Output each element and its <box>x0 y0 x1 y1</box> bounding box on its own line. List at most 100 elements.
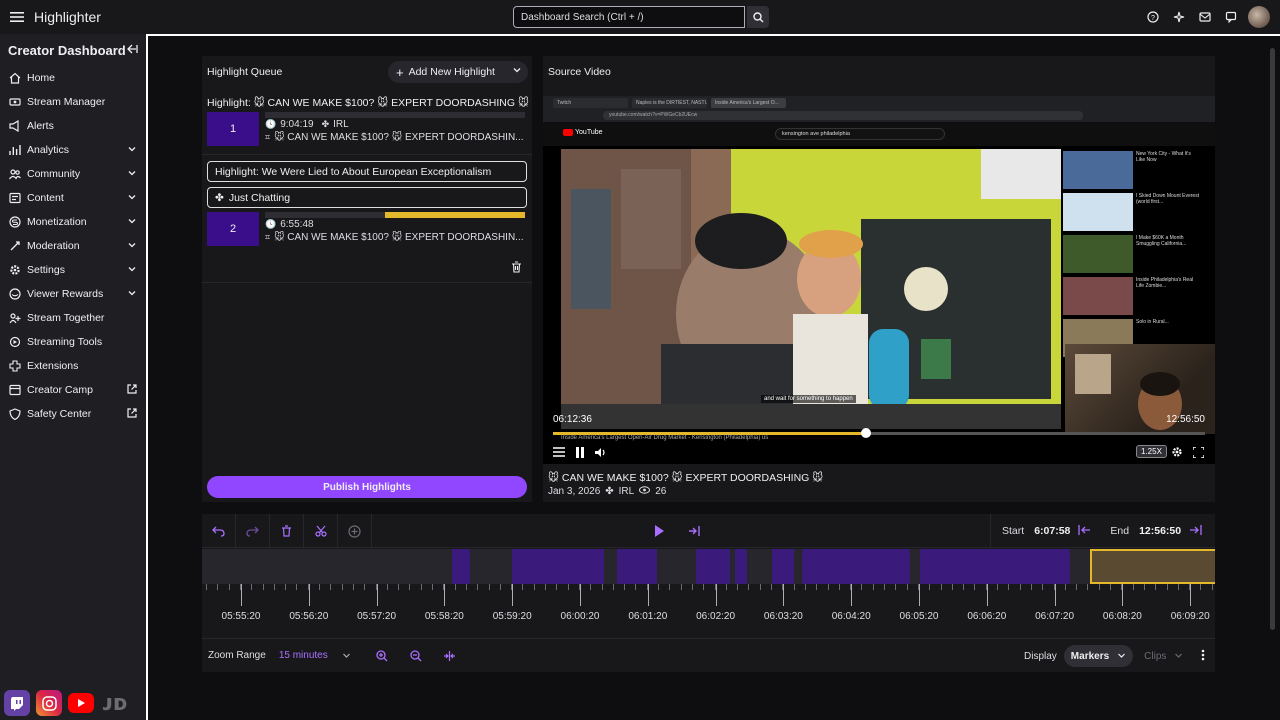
fit-to-range-icon[interactable] <box>433 639 467 673</box>
highlight-2-number[interactable]: 2 <box>207 212 259 246</box>
trash-icon[interactable] <box>270 514 304 548</box>
ruler-minor-tick <box>703 584 705 590</box>
volume-icon[interactable] <box>593 444 609 460</box>
end-value[interactable]: 12:56:50 <box>1139 525 1181 537</box>
chevron-down-icon[interactable] <box>127 264 137 277</box>
chevron-down-icon[interactable] <box>127 192 137 205</box>
highlight-1-row[interactable]: 1 🕓 9:04:19 ✤ IRL ⌗ 🐭 CAN WE MAKE $100? 🐭 E… <box>207 112 532 146</box>
playback-speed-button[interactable]: 1.25X <box>1136 445 1167 458</box>
external-link-icon[interactable] <box>126 407 138 422</box>
search-button[interactable] <box>747 6 769 28</box>
ruler-tick <box>715 584 717 606</box>
marker-segment[interactable] <box>920 549 1070 584</box>
sidebar-item-community[interactable]: Community <box>0 162 146 186</box>
zoom-out-icon[interactable] <box>399 639 433 673</box>
add-new-highlight-button[interactable]: + Add New Highlight <box>388 61 528 83</box>
fullscreen-icon[interactable] <box>1190 444 1206 460</box>
sidebar-item-stream-together[interactable]: Stream Together <box>0 306 146 330</box>
chevron-down-icon[interactable] <box>512 65 522 78</box>
zoom-in-icon[interactable] <box>365 639 399 673</box>
highlight-2-row[interactable]: 2 🕓 6:55:48 ⌗ 🐭 CAN WE MAKE $100? 🐭 EXPERT… <box>207 212 532 246</box>
redo-icon[interactable] <box>236 514 270 548</box>
category-icon: ✤ <box>215 191 224 204</box>
gear-icon[interactable] <box>1169 444 1185 460</box>
help-icon[interactable]: ? <box>1144 6 1162 28</box>
chevron-down-icon[interactable] <box>127 240 137 253</box>
ruler-minor-tick <box>522 584 524 590</box>
add-marker-icon[interactable] <box>338 514 372 548</box>
marker-segment[interactable] <box>772 549 794 584</box>
play-icon[interactable] <box>652 523 666 542</box>
sidebar-item-monetization[interactable]: Monetization <box>0 210 146 234</box>
sidebar-item-streaming-tools[interactable]: Streaming Tools <box>0 330 146 354</box>
highlight-2-title-input[interactable]: Highlight: We Were Lied to About Europea… <box>207 161 527 182</box>
sidebar-item-analytics[interactable]: Analytics <box>0 138 146 162</box>
set-end-icon[interactable] <box>1189 524 1202 539</box>
sidebar-item-safety-center[interactable]: Safety Center <box>0 402 146 426</box>
highlight-1-time: 9:04:19 <box>280 119 314 130</box>
publish-highlights-button[interactable]: Publish Highlights <box>207 476 527 498</box>
external-link-icon[interactable] <box>126 383 138 398</box>
ruler-minor-tick <box>951 584 953 590</box>
ruler-minor-tick <box>917 584 919 590</box>
selected-highlight-range[interactable] <box>1090 549 1215 584</box>
highlight-1-stream-line: ⌗ 🐭 CAN WE MAKE $100? 🐭 EXPERT DOORDASHIN… <box>265 131 525 144</box>
zoom-range-select[interactable]: 15 minutes <box>279 650 351 661</box>
highlight-1-number[interactable]: 1 <box>207 112 259 146</box>
sidebar-item-home[interactable]: Home <box>0 66 146 90</box>
ruler-tick-label: 05:55:20 <box>221 611 261 622</box>
marker-segment[interactable] <box>512 549 604 584</box>
undo-icon[interactable] <box>202 514 236 548</box>
chevron-down-icon[interactable] <box>127 288 137 301</box>
ruler-minor-tick <box>1042 584 1044 590</box>
ruler-minor-tick <box>974 584 976 590</box>
highlight-2-time: 6:55:48 <box>280 219 314 230</box>
chevron-down-icon[interactable] <box>127 144 137 157</box>
sidebar-item-stream-manager[interactable]: Stream Manager <box>0 90 146 114</box>
highlight-2-range-bar[interactable] <box>265 212 525 218</box>
marker-segment[interactable] <box>735 549 747 584</box>
markers-select[interactable]: Markers <box>1063 645 1134 667</box>
pause-icon[interactable] <box>572 444 588 460</box>
highlight-2-selection[interactable] <box>384 212 525 218</box>
highlight-1-range-bar[interactable] <box>265 112 525 118</box>
sidebar-item-extensions[interactable]: Extensions <box>0 354 146 378</box>
marker-segment[interactable] <box>617 549 657 584</box>
clips-select[interactable]: Clips <box>1137 645 1190 667</box>
playlist-icon[interactable] <box>551 444 567 460</box>
menu-icon[interactable] <box>0 0 34 34</box>
highlight-2-category-input[interactable]: ✤ Just Chatting <box>207 187 527 208</box>
set-start-icon[interactable] <box>1078 524 1091 539</box>
avatar[interactable] <box>1248 6 1270 28</box>
page-scrollbar[interactable] <box>1270 48 1275 630</box>
marker-segment[interactable] <box>696 549 730 584</box>
chevron-down-icon[interactable] <box>127 168 137 181</box>
ruler-tick <box>647 584 649 606</box>
sidebar-item-alerts[interactable]: Alerts <box>0 114 146 138</box>
sidebar-item-creator-camp[interactable]: Creator Camp <box>0 378 146 402</box>
sidebar-item-moderation[interactable]: Moderation <box>0 234 146 258</box>
video-scrubber-handle[interactable] <box>860 428 871 438</box>
marker-segment[interactable] <box>452 549 470 584</box>
ruler-tick-label: 06:05:20 <box>899 611 939 622</box>
collapse-sidebar-icon[interactable] <box>126 43 138 58</box>
whispers-icon[interactable] <box>1222 6 1240 28</box>
ruler-minor-tick <box>285 584 287 590</box>
ruler-minor-tick <box>206 584 207 590</box>
video-player[interactable]: Twitch Naples is the DIRTIEST, NASTI... … <box>543 96 1215 464</box>
trash-icon[interactable] <box>511 261 522 276</box>
more-options-icon[interactable] <box>1201 649 1205 664</box>
sidebar-item-content[interactable]: Content <box>0 186 146 210</box>
sidebar-item-settings[interactable]: Settings <box>0 258 146 282</box>
search-input[interactable] <box>513 6 745 28</box>
skip-to-end-icon[interactable] <box>688 523 702 542</box>
scissors-icon[interactable] <box>304 514 338 548</box>
inbox-icon[interactable] <box>1196 6 1214 28</box>
chevron-down-icon[interactable] <box>127 216 137 229</box>
sparkle-icon[interactable] <box>1170 6 1188 28</box>
sidebar: Creator Dashboard Home Stream Manager Aler… <box>0 34 146 720</box>
sidebar-item-viewer-rewards[interactable]: Viewer Rewards <box>0 282 146 306</box>
marker-segment[interactable] <box>802 549 910 584</box>
start-value[interactable]: 6:07:58 <box>1034 525 1070 537</box>
timeline-track[interactable] <box>202 549 1215 584</box>
